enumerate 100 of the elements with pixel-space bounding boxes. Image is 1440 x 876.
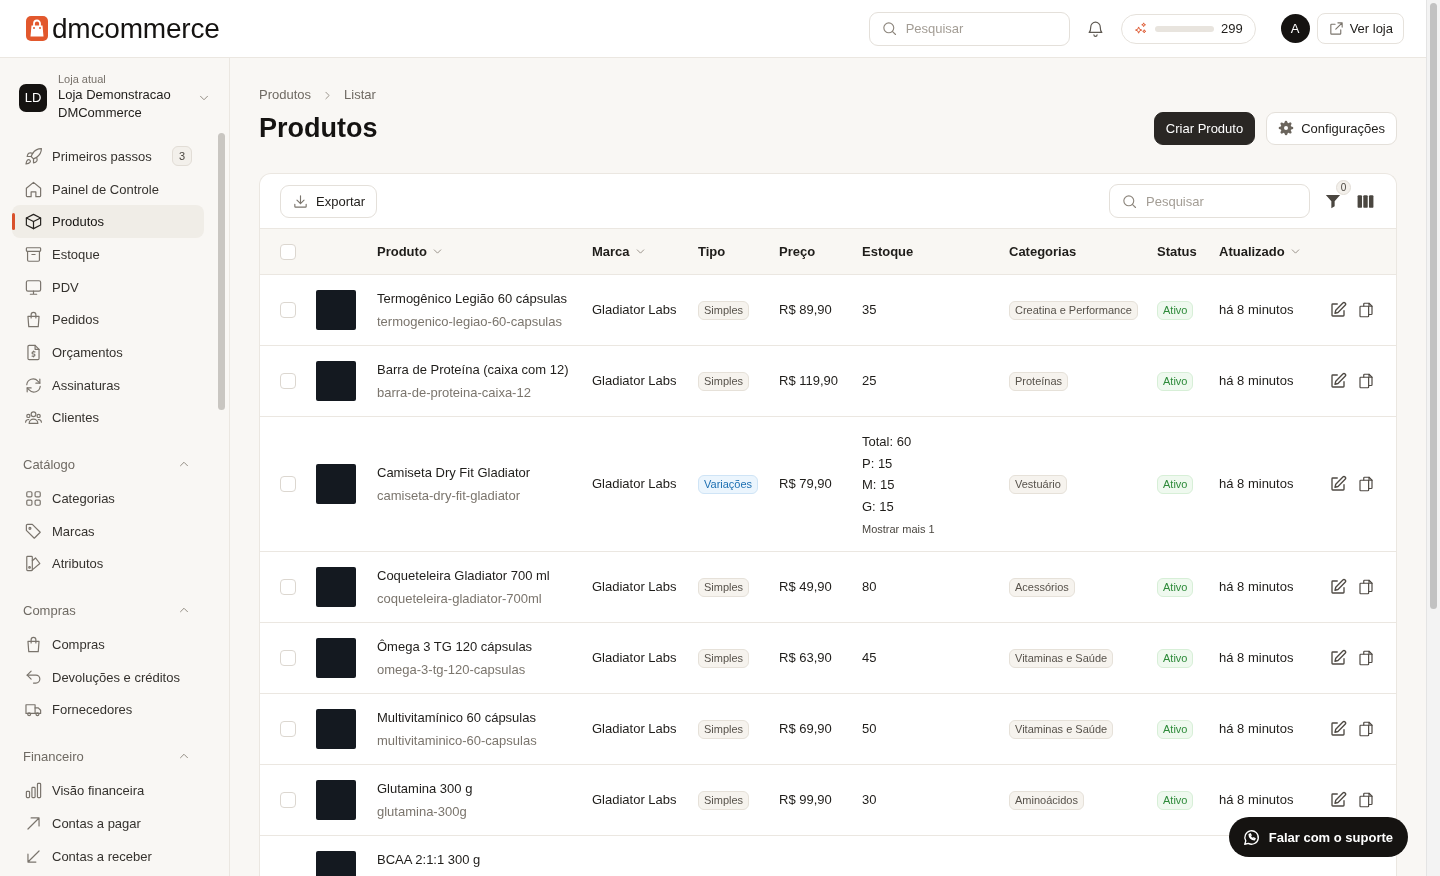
cube-icon: [24, 212, 43, 232]
edit-icon[interactable]: [1329, 791, 1347, 809]
status-badge: Ativo: [1157, 300, 1194, 320]
logo-text: dmcommerce: [52, 12, 220, 45]
product-slug: glutamina-300g: [377, 802, 468, 821]
shopping-bag-logo-icon: [26, 16, 48, 41]
count-badge: 3: [172, 146, 192, 167]
updated-time: há 8 minutos: [1219, 721, 1294, 736]
user-avatar[interactable]: A: [1280, 14, 1310, 43]
store-name[interactable]: Loja Demonstracao DMCommerce: [58, 86, 190, 122]
search-field[interactable]: Pesquisar: [1109, 184, 1310, 218]
column-header[interactable]: Produto: [377, 244, 444, 259]
external-link-icon: [1327, 20, 1345, 37]
section-header[interactable]: Financeiro: [12, 746, 204, 767]
nav-item[interactable]: Atributos: [12, 547, 204, 581]
nav-item[interactable]: Primeiros passos 3: [12, 140, 204, 173]
product-name[interactable]: Ômega 3 TG 120 cápsulas: [377, 637, 592, 656]
search-icon: [1121, 192, 1138, 210]
section-header[interactable]: Compras: [12, 600, 204, 621]
export-button[interactable]: Exportar: [280, 184, 378, 218]
nav-item[interactable]: Compras: [12, 628, 204, 661]
nav-item[interactable]: Clientes: [12, 401, 204, 435]
nav-item[interactable]: Assinaturas: [12, 368, 204, 402]
price: R$ 63,90: [779, 650, 832, 665]
price: R$ 69,90: [779, 721, 832, 736]
nav-item[interactable]: Marcas: [12, 514, 204, 548]
stock-quantity: P: 15: [862, 454, 893, 473]
edit-icon[interactable]: [1329, 720, 1347, 738]
stock-quantity: 80: [862, 578, 877, 597]
copy-icon[interactable]: [1357, 649, 1375, 667]
edit-icon[interactable]: [1329, 578, 1347, 596]
stock-quantity: 25: [862, 372, 877, 391]
nav-item[interactable]: Produtos: [12, 205, 204, 239]
settings-button[interactable]: Configurações: [1266, 111, 1397, 145]
scrollbar-thumb[interactable]: [218, 133, 225, 410]
row-checkbox[interactable]: [280, 579, 296, 595]
product-name[interactable]: Camiseta Dry Fit Gladiator: [377, 463, 592, 482]
status-badge: Ativo: [1157, 474, 1194, 494]
column-header: Estoque: [862, 244, 914, 259]
product-name[interactable]: Termogênico Legião 60 cápsulas: [377, 289, 592, 308]
product-name[interactable]: Multivitamínico 60 cápsulas: [377, 708, 592, 727]
nav-item[interactable]: Visão financeira: [12, 774, 204, 807]
product-name[interactable]: Glutamina 300 g: [377, 779, 592, 798]
nav-item[interactable]: Contas a receber: [12, 839, 204, 873]
row-checkbox[interactable]: [280, 476, 296, 492]
price: R$ 119,90: [779, 373, 839, 388]
select-all-checkbox[interactable]: [280, 243, 296, 260]
edit-icon[interactable]: [1329, 372, 1347, 390]
column-header[interactable]: Marca: [592, 244, 647, 259]
nav-item[interactable]: Fornecedores: [12, 693, 204, 727]
product-name[interactable]: Barra de Proteína (caixa com 12): [377, 360, 592, 379]
support-button[interactable]: Falar com o suporte: [1228, 817, 1408, 857]
stock-quantity: 45: [862, 649, 877, 668]
download-icon: [292, 192, 309, 210]
copy-icon[interactable]: [1357, 791, 1375, 809]
section-header[interactable]: Catálogo: [12, 454, 204, 475]
edit-icon[interactable]: [1329, 301, 1347, 319]
nav-item[interactable]: Estoque: [12, 238, 204, 271]
bar-chart-icon: [24, 781, 43, 801]
edit-icon[interactable]: [1329, 475, 1347, 493]
nav-item[interactable]: Categorias: [12, 482, 204, 515]
swatch-icon: [24, 554, 43, 574]
search-icon: [880, 20, 898, 37]
nav-item[interactable]: PDV: [12, 270, 204, 304]
copy-icon[interactable]: [1357, 372, 1375, 390]
status-badge: Ativo: [1157, 648, 1194, 668]
dollar-document-icon: [24, 342, 43, 362]
status-badge: Ativo: [1157, 371, 1194, 391]
nav-item[interactable]: Orçamentos: [12, 336, 204, 369]
row-checkbox[interactable]: [280, 792, 296, 808]
product-name[interactable]: BCAA 2:1:1 300 g: [377, 850, 592, 869]
copy-icon[interactable]: [1357, 578, 1375, 596]
show-more-link[interactable]: Mostrar mais 1: [862, 521, 935, 537]
category-tag: Proteínas: [1009, 371, 1069, 391]
nav-item[interactable]: Contas a pagar: [12, 807, 204, 840]
copy-icon[interactable]: [1357, 475, 1375, 493]
store-avatar: LD: [19, 83, 47, 112]
breadcrumb-link[interactable]: Listar: [344, 86, 376, 104]
nav-item[interactable]: Pedidos: [12, 303, 204, 337]
column-header[interactable]: Atualizado: [1219, 244, 1302, 259]
copy-icon[interactable]: [1357, 301, 1375, 319]
cycle-arrows-icon: [24, 375, 43, 395]
view-store-button[interactable]: Ver loja: [1316, 13, 1404, 44]
product-photo: [316, 464, 356, 504]
copy-icon[interactable]: [1357, 720, 1375, 738]
nav-item[interactable]: Painel de Controle: [12, 172, 204, 206]
row-checkbox[interactable]: [280, 373, 296, 389]
edit-icon[interactable]: [1329, 649, 1347, 667]
stock-quantity: 35: [862, 301, 877, 320]
row-checkbox[interactable]: [280, 302, 296, 318]
create-button[interactable]: Criar Produto: [1153, 111, 1256, 145]
nav-item[interactable]: Devoluções e créditos: [12, 660, 204, 694]
product-name[interactable]: Coqueteleira Gladiator 700 ml: [377, 566, 592, 585]
scrollbar-thumb[interactable]: [1430, 3, 1437, 609]
row-checkbox[interactable]: [280, 721, 296, 737]
search-field[interactable]: Pesquisar: [868, 11, 1070, 46]
row-checkbox[interactable]: [280, 650, 296, 666]
filter-icon[interactable]: [1324, 192, 1342, 210]
stock-quantity: Total: 60: [862, 433, 912, 451]
breadcrumb-link[interactable]: Produtos: [259, 86, 312, 104]
